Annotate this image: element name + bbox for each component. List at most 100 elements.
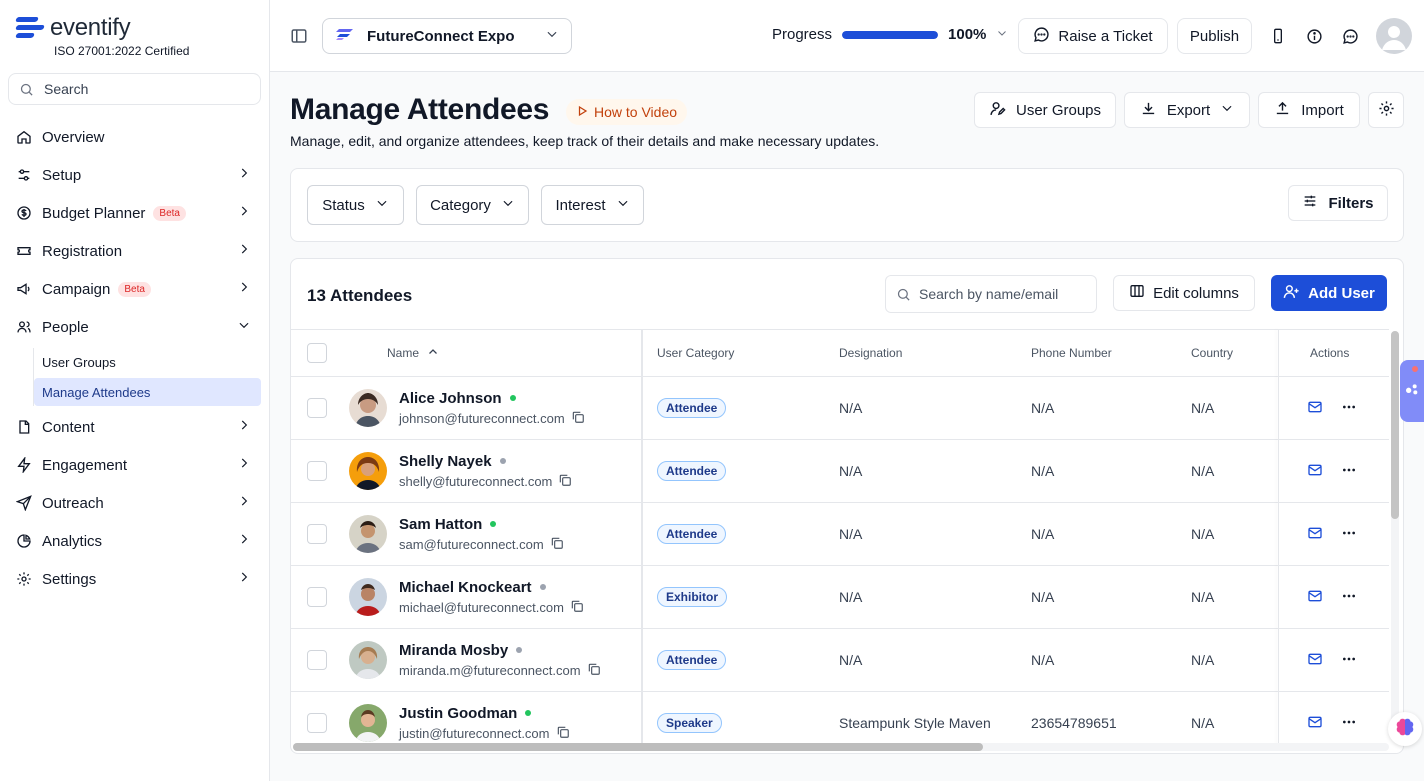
- copy-icon[interactable]: [571, 410, 585, 427]
- edit-columns-button[interactable]: Edit columns: [1113, 275, 1255, 311]
- sidebar-item-overview[interactable]: Overview: [8, 118, 261, 156]
- user-avatar[interactable]: [1376, 18, 1412, 54]
- dollar-icon: [16, 205, 32, 221]
- table-row[interactable]: Miranda Mosby miranda.m@futureconnect.co…: [291, 629, 1389, 692]
- how-to-video-button[interactable]: How to Video: [566, 99, 688, 125]
- chat-bubble-icon: [1033, 26, 1050, 47]
- send-icon: [16, 495, 32, 511]
- filters-button[interactable]: Filters: [1288, 185, 1388, 221]
- country-cell: N/A: [1191, 400, 1215, 416]
- copy-icon[interactable]: [550, 536, 564, 553]
- row-checkbox[interactable]: [307, 461, 327, 481]
- more-options-icon[interactable]: [1341, 462, 1357, 481]
- sidebar-item-setup[interactable]: Setup: [8, 156, 261, 194]
- more-options-icon[interactable]: [1341, 714, 1357, 733]
- vertical-scrollbar-thumb[interactable]: [1391, 331, 1399, 519]
- file-icon: [16, 419, 32, 435]
- country-cell: N/A: [1191, 589, 1215, 605]
- sidebar-item-user-groups[interactable]: User Groups: [34, 348, 261, 376]
- attendee-email: miranda.m@futureconnect.com: [399, 662, 581, 678]
- horizontal-scrollbar[interactable]: [293, 743, 1389, 751]
- row-checkbox[interactable]: [307, 398, 327, 418]
- attendee-name: Miranda Mosby: [399, 641, 509, 659]
- sidebar-item-campaign[interactable]: Campaign Beta: [8, 270, 261, 308]
- add-user-button[interactable]: Add User: [1271, 275, 1387, 311]
- copy-icon[interactable]: [558, 473, 572, 490]
- progress-label: Progress: [772, 26, 833, 43]
- table-row[interactable]: Alice Johnson johnson@futureconnect.com …: [291, 377, 1389, 440]
- chevron-down-icon: [501, 196, 515, 214]
- category-filter[interactable]: Category: [416, 185, 529, 225]
- sidebar-item-manage-attendees[interactable]: Manage Attendees: [34, 378, 261, 406]
- import-button[interactable]: Import: [1258, 92, 1360, 128]
- raise-ticket-button[interactable]: Raise a Ticket: [1018, 18, 1168, 54]
- sidebar-toggle-icon[interactable]: [290, 27, 308, 50]
- more-options-icon[interactable]: [1341, 588, 1357, 607]
- copy-icon[interactable]: [587, 662, 601, 679]
- brand[interactable]: eventify ISO 27001:2022 Certified: [15, 14, 189, 58]
- mail-icon[interactable]: [1307, 651, 1323, 670]
- more-options-icon[interactable]: [1341, 399, 1357, 418]
- interest-filter[interactable]: Interest: [541, 185, 644, 225]
- status-dot: [539, 584, 546, 590]
- attendee-avatar: [349, 389, 387, 427]
- copy-icon[interactable]: [556, 725, 570, 742]
- sidebar-item-registration[interactable]: Registration: [8, 232, 261, 270]
- event-selector[interactable]: FutureConnect Expo: [322, 18, 572, 54]
- designation-cell: N/A: [839, 463, 863, 479]
- designation-cell: N/A: [839, 400, 863, 416]
- table-row[interactable]: Shelly Nayek shelly@futureconnect.com At…: [291, 440, 1389, 503]
- category-badge: Exhibitor: [657, 587, 728, 607]
- sidebar-search-input[interactable]: [44, 81, 234, 97]
- more-options-icon[interactable]: [1341, 651, 1357, 670]
- column-header-name[interactable]: Name: [387, 330, 439, 376]
- phone-cell: N/A: [1031, 589, 1055, 605]
- export-button[interactable]: Export: [1124, 92, 1250, 128]
- sliders-icon: [16, 167, 32, 183]
- designation-cell: N/A: [839, 589, 863, 605]
- table-search-input[interactable]: [919, 286, 1089, 302]
- more-options-icon[interactable]: [1341, 525, 1357, 544]
- mail-icon[interactable]: [1307, 462, 1323, 481]
- sidebar-item-analytics[interactable]: Analytics: [8, 522, 261, 560]
- page-title: Manage Attendees: [290, 93, 550, 126]
- vertical-scrollbar[interactable]: [1391, 331, 1399, 741]
- phone-cell: N/A: [1031, 526, 1055, 542]
- sidebar-item-budget-planner[interactable]: Budget Planner Beta: [8, 194, 261, 232]
- sidebar-item-people[interactable]: People: [8, 308, 261, 346]
- horizontal-scrollbar-thumb[interactable]: [293, 743, 983, 751]
- users-icon: [16, 319, 32, 335]
- mail-icon[interactable]: [1307, 714, 1323, 733]
- table-row[interactable]: Michael Knockeart michael@futureconnect.…: [291, 566, 1389, 629]
- sidebar-item-engagement[interactable]: Engagement: [8, 446, 261, 484]
- country-cell: N/A: [1191, 526, 1215, 542]
- sidebar-item-content[interactable]: Content: [8, 408, 261, 446]
- row-checkbox[interactable]: [307, 713, 327, 733]
- attendee-avatar: [349, 578, 387, 616]
- ai-assistant-button[interactable]: [1388, 712, 1422, 746]
- status-filter[interactable]: Status: [307, 185, 404, 225]
- chat-icon[interactable]: [1340, 26, 1360, 46]
- sidebar-item-outreach[interactable]: Outreach: [8, 484, 261, 522]
- info-icon[interactable]: [1304, 26, 1324, 46]
- settings-button[interactable]: [1368, 92, 1404, 128]
- mail-icon[interactable]: [1307, 525, 1323, 544]
- sidebar-search[interactable]: [8, 73, 261, 105]
- gear-icon: [1378, 100, 1395, 121]
- publish-button[interactable]: Publish: [1177, 18, 1252, 54]
- mail-icon[interactable]: [1307, 588, 1323, 607]
- user-groups-button[interactable]: User Groups: [974, 92, 1116, 128]
- row-checkbox[interactable]: [307, 650, 327, 670]
- mail-icon[interactable]: [1307, 399, 1323, 418]
- copy-icon[interactable]: [570, 599, 584, 616]
- sidebar-item-settings[interactable]: Settings: [8, 560, 261, 598]
- feedback-widget[interactable]: [1400, 360, 1424, 422]
- table-search[interactable]: [885, 275, 1097, 313]
- row-checkbox[interactable]: [307, 587, 327, 607]
- mobile-preview-icon[interactable]: [1268, 26, 1288, 46]
- row-checkbox[interactable]: [307, 524, 327, 544]
- status-dot: [509, 395, 516, 401]
- select-all-checkbox[interactable]: [307, 343, 327, 363]
- progress-indicator[interactable]: Progress 100%: [772, 26, 1008, 43]
- table-row[interactable]: Sam Hatton sam@futureconnect.com Attende…: [291, 503, 1389, 566]
